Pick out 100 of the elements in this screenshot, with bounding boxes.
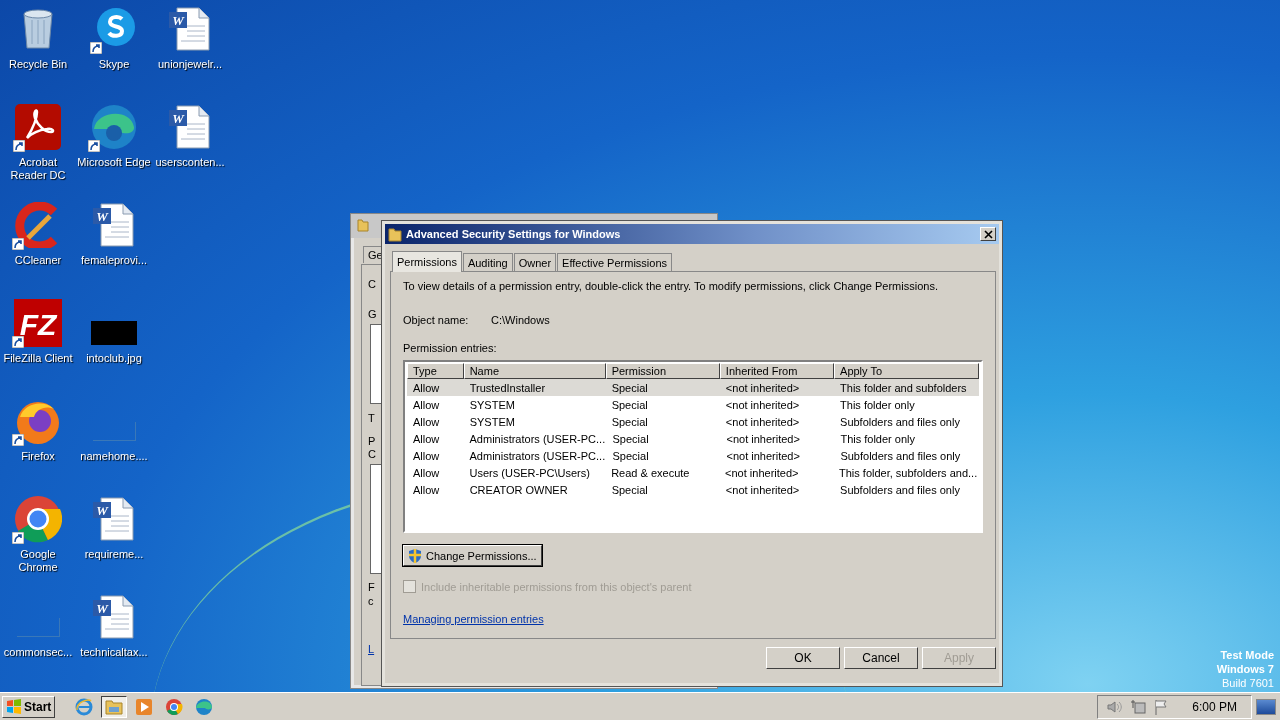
desktop-icon-label[interactable]: commonsec...: [0, 646, 76, 659]
flag-icon[interactable]: [1154, 698, 1169, 715]
table-cell-text: Users (USER-PC\Users): [468, 466, 591, 479]
table-cell-text: Allow: [412, 398, 441, 411]
table-cell-text: <not inherited>: [725, 432, 801, 445]
desktop-icon-label[interactable]: Google Chrome: [0, 548, 76, 574]
tab[interactable]: Auditing: [462, 253, 513, 271]
show-desktop-button[interactable]: [1256, 698, 1276, 715]
shield-icon: [408, 548, 422, 563]
watermark-text: Test Mode: [1220, 648, 1274, 662]
image-thumbnail-icon[interactable]: [91, 321, 137, 345]
table-cell-text: This folder only: [839, 398, 916, 411]
shortcut-arrow-icon: [88, 140, 100, 152]
column-header[interactable]: Permission: [605, 363, 720, 379]
desktop-icon-label[interactable]: namehome....: [76, 450, 152, 463]
label-text: L: [368, 643, 375, 655]
table-cell-text: Special: [611, 432, 650, 445]
label-text: G: [368, 308, 377, 320]
browser-icon[interactable]: [90, 103, 138, 151]
permission-entries-label: Permission entries:: [403, 342, 498, 354]
desktop-icon-label[interactable]: requireme...: [76, 548, 152, 561]
table-cell-text: SYSTEM: [468, 398, 516, 411]
table-cell-text: Allow: [412, 483, 441, 496]
desktop-icon-label[interactable]: Firefox: [0, 450, 76, 463]
label-text: c: [368, 595, 374, 607]
desktop-icon-label[interactable]: usersconten...: [152, 156, 228, 169]
table-cell-text: Special: [610, 415, 649, 428]
table-cell-text: TrustedInstaller: [468, 381, 547, 394]
label-text: F: [368, 581, 375, 593]
recycle-bin-icon[interactable]: [21, 8, 55, 50]
desktop-icon-label[interactable]: unionjewelr...: [152, 58, 228, 71]
desktop-icon-label[interactable]: Microsoft Edge: [76, 156, 152, 169]
label-text: T: [368, 412, 375, 424]
column-header[interactable]: Type: [407, 363, 464, 379]
table-cell-text: Subfolders and files only: [839, 449, 962, 462]
label-text: P: [368, 435, 376, 447]
permission-row[interactable]: Allow SYSTEM Special <not inherited> Subfolders and files only: [407, 413, 979, 430]
table-cell-text: <not inherited>: [724, 483, 801, 496]
desktop-icon-label[interactable]: technicaltax...: [76, 646, 152, 659]
desktop-icon-label[interactable]: CCleaner: [0, 254, 76, 267]
start-button[interactable]: Start: [2, 695, 56, 718]
speaker-icon[interactable]: [1106, 699, 1123, 714]
table-cell-text: SYSTEM: [468, 415, 516, 428]
object-name-label: Object name:: [403, 314, 470, 326]
taskbar-app[interactable]: [101, 695, 128, 718]
shortcut-arrow-icon: [12, 336, 24, 348]
ftp-client-icon[interactable]: FZ: [14, 299, 62, 347]
help-link[interactable]: Managing permission entries: [403, 613, 544, 625]
instructions-text: To view details of a permission entry, double-click the entry. To modify permissions, click Change Permissions.: [403, 280, 939, 292]
table-cell-text: Read & execute: [610, 466, 691, 479]
label-text: C: [368, 448, 376, 460]
change-permissions-button[interactable]: Change Permissions...: [403, 545, 542, 566]
permission-row[interactable]: Allow Administrators (USER-PC... Special <not inherited> This folder only: [407, 430, 979, 447]
permission-row[interactable]: Allow Administrators (USER-PC... Special <not inherited> Subfolders and files only: [407, 447, 979, 464]
table-cell-text: This folder, subfolders and...: [838, 466, 979, 479]
table-cell-text: Special: [610, 381, 649, 394]
desktop-icon-label[interactable]: femaleprovi...: [76, 254, 152, 267]
table-cell-text: <not inherited>: [725, 449, 801, 462]
column-header[interactable]: Inherited From: [719, 363, 835, 379]
dialog-button[interactable]: OK: [766, 647, 840, 669]
permission-row[interactable]: Allow TrustedInstaller Special <not inherited> This folder and subfolders: [407, 379, 979, 396]
table-cell-text: Special: [611, 449, 650, 462]
close-button[interactable]: [980, 227, 996, 241]
shortcut-arrow-icon: [12, 238, 24, 250]
desktop-icon-label[interactable]: FileZilla Client: [0, 352, 76, 365]
browser-icon: [165, 697, 184, 716]
tab[interactable]: Effective Permissions: [557, 253, 673, 271]
pdf-reader-icon[interactable]: [15, 104, 61, 150]
watermark-text: Windows 7: [1216, 662, 1274, 676]
permission-row[interactable]: Allow Users (USER-PC\Users) Read & execute <not inherited> This folder, subfolders and...: [407, 464, 979, 481]
table-cell-text: Subfolders and files only: [839, 483, 961, 496]
dialog-button[interactable]: Cancel: [844, 647, 918, 669]
desktop-icon-label[interactable]: Skype: [76, 58, 152, 71]
network-icon[interactable]: [1130, 698, 1147, 715]
clock[interactable]: 6:00 PM: [1192, 699, 1237, 714]
shortcut-arrow-icon: [12, 434, 24, 446]
tab[interactable]: Owner: [513, 253, 557, 271]
table-cell-text: Allow: [412, 432, 441, 445]
desktop-icon-label[interactable]: Acrobat Reader DC: [0, 156, 76, 182]
folder-icon: [388, 226, 402, 242]
folder-icon: [357, 218, 369, 232]
tab[interactable]: Permissions: [392, 251, 462, 272]
table-cell-text: This folder and subfolders: [839, 381, 968, 394]
column-header[interactable]: Apply To: [834, 363, 979, 379]
table-cell-text: Administrators (USER-PC...: [468, 432, 607, 445]
browser-icon[interactable]: [14, 495, 62, 543]
permission-row[interactable]: Allow SYSTEM Special <not inherited> This folder only: [407, 396, 979, 413]
column-header[interactable]: Name: [463, 363, 606, 379]
shortcut-arrow-icon: [13, 140, 25, 152]
desktop-icon-label[interactable]: intoclub.jpg: [76, 352, 152, 365]
desktop-icon-label[interactable]: Recycle Bin: [0, 58, 76, 71]
browser-icon: [75, 697, 94, 716]
window-title: Advanced Security Settings for Windows: [406, 228, 622, 240]
label-text: C: [368, 278, 376, 290]
permission-row[interactable]: Allow CREATOR OWNER Special <not inherited> Subfolders and files only: [407, 481, 979, 498]
table-cell-text: Special: [610, 398, 649, 411]
table-cell-text: This folder only: [839, 432, 916, 445]
table-cell-text: Administrators (USER-PC...: [468, 449, 607, 462]
table-cell-text: <not inherited>: [724, 398, 801, 411]
watermark-text: Build 7601: [1222, 676, 1274, 690]
